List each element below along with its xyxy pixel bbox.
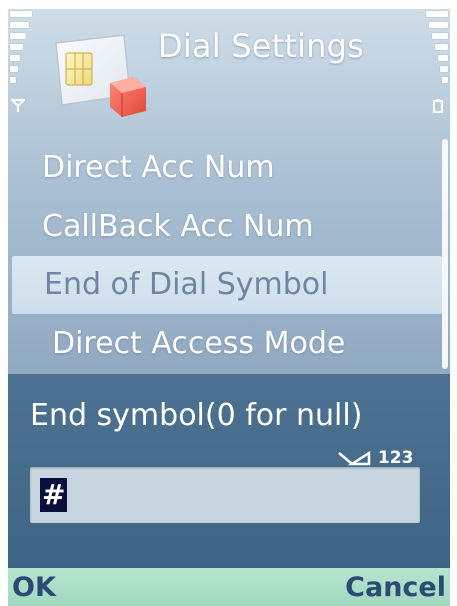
- signal-bar: [10, 77, 16, 83]
- signal-bar: [10, 55, 20, 61]
- list-item-label: Direct Acc Num: [42, 150, 275, 185]
- battery-bar: [438, 55, 448, 61]
- signal-bar: [10, 44, 23, 50]
- input-mode-label: 123: [377, 448, 414, 468]
- list-item-end-of-dial-symbol[interactable]: End of Dial Symbol: [12, 256, 442, 314]
- battery-indicator: [424, 9, 448, 115]
- list-item-label: Direct Access Mode: [52, 326, 346, 361]
- battery-bar: [440, 66, 448, 72]
- phone-screen: Dial Settings Direct Acc Num CallBack Ac…: [8, 9, 450, 606]
- list-item-label: CallBack Acc Num: [42, 209, 314, 244]
- softkey-bar: OK Cancel: [8, 568, 450, 606]
- query-dialog: End symbol(0 for null) 123 #: [8, 374, 450, 568]
- settings-list: Direct Acc Num CallBack Acc Num End of D…: [8, 137, 450, 377]
- input-mode-indicator: 123: [338, 448, 413, 468]
- pen-input-icon: [338, 450, 371, 466]
- signal-strength-indicator: [9, 9, 34, 115]
- antenna-icon: [9, 99, 27, 113]
- list-item-direct-acc-num[interactable]: Direct Acc Num: [8, 139, 440, 197]
- battery-bar: [432, 33, 448, 39]
- battery-bar: [429, 22, 448, 28]
- signal-bar: [10, 66, 18, 72]
- list-item-callback-acc-num[interactable]: CallBack Acc Num: [8, 198, 440, 256]
- sim-card-icon: [50, 27, 150, 119]
- signal-bar: [10, 22, 29, 28]
- input-value: #: [40, 478, 68, 512]
- list-item-direct-access-mode[interactable]: Direct Access Mode: [8, 315, 440, 373]
- ok-softkey[interactable]: OK: [12, 572, 56, 604]
- dialog-prompt: End symbol(0 for null): [30, 398, 363, 433]
- list-item-label: End of Dial Symbol: [44, 267, 329, 302]
- battery-bar: [442, 77, 448, 83]
- scrollbar[interactable]: [442, 139, 448, 369]
- page-title: Dial Settings: [158, 27, 365, 65]
- battery-bar: [426, 11, 448, 17]
- signal-bar: [10, 11, 32, 17]
- scrollbar-thumb[interactable]: [442, 139, 448, 369]
- battery-bar: [435, 44, 448, 50]
- cancel-softkey[interactable]: Cancel: [345, 572, 446, 604]
- signal-bar: [10, 33, 26, 39]
- battery-icon: [430, 99, 446, 113]
- end-symbol-input[interactable]: #: [30, 467, 420, 523]
